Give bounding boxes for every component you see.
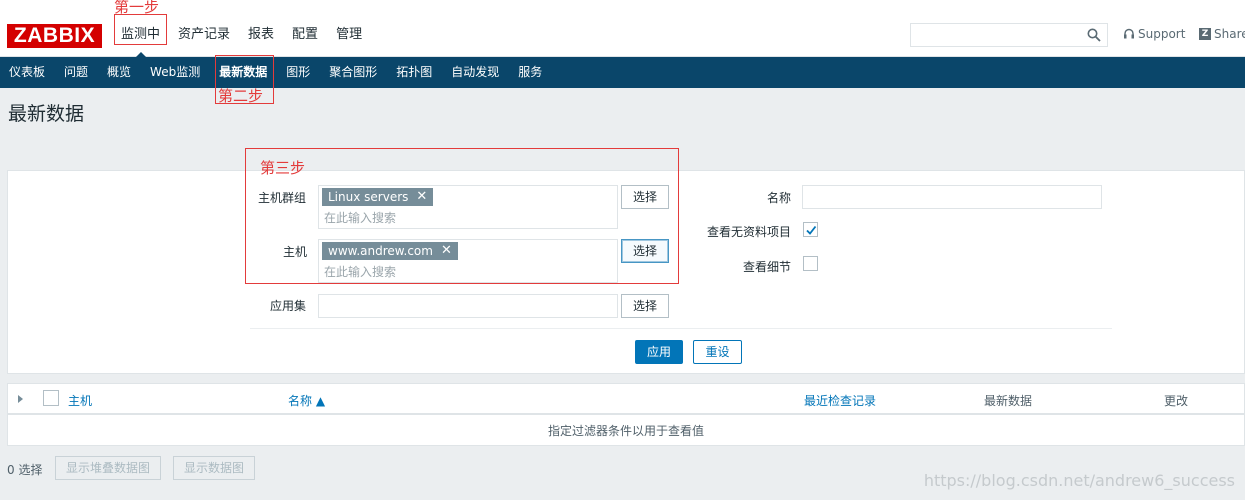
name-input[interactable]	[802, 185, 1102, 209]
show-without-data-checkbox[interactable]	[803, 222, 818, 237]
reset-button[interactable]: 重设	[693, 340, 742, 364]
name-label: 名称	[767, 191, 792, 205]
show-graph-button[interactable]: 显示数据图	[173, 456, 256, 480]
subnav-dashboard[interactable]: 仪表板	[0, 57, 55, 88]
step1-highlight	[114, 14, 167, 45]
page-title: 最新数据	[8, 103, 85, 125]
application-input[interactable]	[318, 294, 618, 318]
show-without-data-label: 查看无资料项目	[707, 225, 792, 239]
menu-configuration[interactable]: 配置	[283, 12, 327, 57]
search-input[interactable]	[910, 23, 1108, 47]
share-link[interactable]: Z Share	[1199, 27, 1245, 41]
step3-annotation: 第三步	[260, 159, 306, 177]
menu-inventory[interactable]: 资产记录	[169, 12, 239, 57]
subnav-discovery[interactable]: 自动发现	[442, 57, 509, 88]
subnav-overview[interactable]: 概览	[98, 57, 141, 88]
subnav-problems[interactable]: 问题	[55, 57, 98, 88]
subnav-screens[interactable]: 聚合图形	[320, 57, 387, 88]
support-label: Support	[1138, 27, 1186, 41]
subnav-web[interactable]: Web监测	[141, 57, 210, 88]
application-select-button[interactable]: 选择	[621, 294, 669, 318]
checkmark-icon	[806, 225, 817, 235]
empty-message: 指定过滤器条件以用于查看值	[547, 424, 704, 438]
share-icon: Z	[1199, 28, 1211, 40]
filter-divider	[250, 328, 1112, 329]
data-table: 主机 名称 ▲ 最近检查记录 最新数据 更改 指定过滤器条件以用于查看值	[7, 383, 1245, 446]
menu-administration[interactable]: 管理	[327, 12, 371, 57]
col-host[interactable]: 主机	[68, 392, 92, 409]
expand-all-icon[interactable]	[18, 395, 23, 403]
apply-button[interactable]: 应用	[635, 340, 683, 364]
subnav-maps[interactable]: 拓扑图	[387, 57, 442, 88]
col-change: 更改	[1164, 394, 1189, 408]
header: ZABBIX 监测中 资产记录 报表 配置 管理 Support Z Share	[0, 12, 1245, 58]
col-last-check[interactable]: 最近检查记录	[804, 392, 876, 409]
headset-icon	[1124, 28, 1134, 39]
application-label: 应用集	[270, 299, 307, 313]
sub-navigation: 仪表板 问题 概览 Web监测 最新数据 图形 聚合图形 拓扑图 自动发现 服务	[0, 57, 1245, 88]
table-header: 主机 名称 ▲ 最近检查记录 最新数据 更改	[8, 384, 1244, 415]
col-last-value: 最新数据	[984, 394, 1033, 408]
step2-annotation: 第二步	[218, 87, 264, 105]
step1-annotation: 第一步	[114, 0, 160, 16]
zabbix-logo[interactable]: ZABBIX	[7, 24, 102, 48]
top-strip	[0, 0, 1245, 12]
selected-count: 0 选择	[7, 463, 43, 477]
support-link[interactable]: Support	[1123, 27, 1185, 41]
show-details-label: 查看细节	[743, 260, 792, 274]
select-all-checkbox[interactable]	[43, 390, 59, 406]
subnav-graphs[interactable]: 图形	[277, 57, 320, 88]
subnav-services[interactable]: 服务	[509, 57, 552, 88]
search-icon[interactable]	[1087, 28, 1101, 42]
col-name[interactable]: 名称 ▲	[288, 392, 325, 409]
menu-reports[interactable]: 报表	[239, 12, 283, 57]
show-stacked-graph-button[interactable]: 显示堆叠数据图	[55, 456, 162, 480]
share-label: Share	[1214, 27, 1245, 41]
watermark: https://blog.csdn.net/andrew6_success	[923, 471, 1235, 490]
step3-highlight	[245, 148, 679, 284]
show-details-checkbox[interactable]	[803, 256, 818, 271]
